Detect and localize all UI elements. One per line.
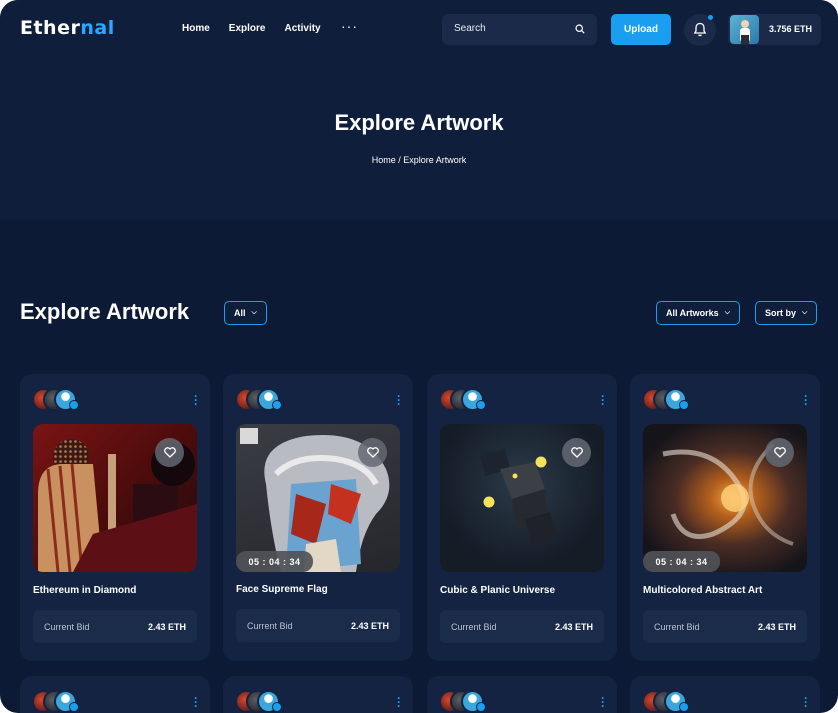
current-bid: Current Bid 2.43 ETH <box>236 609 400 642</box>
auction-timer: 05 : 04 : 34 <box>643 551 720 572</box>
heart-icon <box>163 447 176 458</box>
notification-button[interactable] <box>684 14 716 46</box>
bid-value: 2.43 ETH <box>147 622 186 632</box>
more-menu-icon[interactable]: ··· <box>341 18 358 34</box>
notification-dot <box>708 15 713 20</box>
logo-accent-text: nal <box>80 17 115 39</box>
verified-icon <box>476 400 486 410</box>
nav-explore[interactable]: Explore <box>229 23 266 34</box>
bid-label: Current Bid <box>44 622 90 632</box>
section-title: Explore Artwork <box>20 299 190 324</box>
artwork-title[interactable]: Face Supreme Flag <box>236 584 328 595</box>
more-options-icon[interactable]: · · · <box>804 390 808 410</box>
artwork-card[interactable]: · · · 05 : 04 : 34 Face Supreme Flag Curre… <box>223 374 413 661</box>
avatar <box>730 15 759 44</box>
creator-avatars[interactable] <box>32 690 92 713</box>
artwork-card[interactable]: · · · <box>20 676 210 713</box>
artworks-dropdown[interactable]: All Artworks ⌵ <box>656 301 740 325</box>
more-options-icon[interactable]: · · · <box>804 692 808 712</box>
verified-icon <box>69 400 79 410</box>
artworks-label: All Artworks <box>666 308 719 318</box>
artwork-card[interactable]: · · · Cubic & Planic Universe Current Bid … <box>427 374 617 661</box>
more-options-icon[interactable]: · · · <box>397 390 401 410</box>
artwork-title[interactable]: Cubic & Planic Universe <box>440 585 555 596</box>
more-options-icon[interactable]: · · · <box>397 692 401 712</box>
artwork-title[interactable]: Multicolored Abstract Art <box>643 585 762 596</box>
bell-icon <box>693 22 707 37</box>
artwork-image[interactable] <box>440 424 604 572</box>
like-button[interactable] <box>155 438 184 467</box>
creator-avatars[interactable] <box>439 690 499 713</box>
bid-value: 2.43 ETH <box>757 622 796 632</box>
bid-label: Current Bid <box>451 622 497 632</box>
main-nav: Home Explore Activity ··· <box>182 18 357 34</box>
creator-avatars[interactable] <box>235 388 295 412</box>
current-bid: Current Bid 2.43 ETH <box>33 610 197 643</box>
wallet-balance[interactable]: 3.756 ETH <box>728 14 821 45</box>
banner-title: Explore Artwork <box>334 110 504 135</box>
nav-home[interactable]: Home <box>182 23 210 34</box>
sort-label: Sort by <box>765 308 797 318</box>
more-options-icon[interactable]: · · · <box>194 390 198 410</box>
like-button[interactable] <box>765 438 794 467</box>
nav-activity[interactable]: Activity <box>284 23 320 34</box>
artwork-image[interactable] <box>33 424 197 572</box>
artwork-card[interactable]: · · · <box>427 676 617 713</box>
creator-avatars[interactable] <box>642 690 702 713</box>
verified-icon <box>679 702 689 712</box>
chevron-down-icon: ⌵ <box>251 309 257 316</box>
artwork-card[interactable]: · · · <box>223 676 413 713</box>
search-icon[interactable] <box>575 24 585 34</box>
verified-icon <box>272 400 282 410</box>
creator-avatars[interactable] <box>642 388 702 412</box>
filter-all-label: All <box>234 308 246 318</box>
more-options-icon[interactable]: · · · <box>601 390 605 410</box>
current-bid: Current Bid 2.43 ETH <box>643 610 807 643</box>
page-banner: Explore Artwork Home / Explore Artwork <box>0 62 838 220</box>
heart-icon <box>366 447 379 458</box>
more-options-icon[interactable]: · · · <box>601 692 605 712</box>
artwork-image[interactable]: 05 : 04 : 34 <box>236 424 400 572</box>
artwork-card[interactable]: · · · 05 : 04 : 34 Multicolored Abstract A… <box>630 374 820 661</box>
bid-value: 2.43 ETH <box>554 622 593 632</box>
current-bid: Current Bid 2.43 ETH <box>440 610 604 643</box>
balance-text: 3.756 ETH <box>769 24 813 34</box>
top-navbar: Ethernal Home Explore Activity ··· Uploa… <box>0 0 838 62</box>
verified-icon <box>679 400 689 410</box>
sort-dropdown[interactable]: Sort by ⌵ <box>755 301 818 325</box>
app-frame: Ethernal Home Explore Activity ··· Uploa… <box>0 0 838 713</box>
artwork-card[interactable]: · · · Ethereum in Diamond Current Bid 2.43… <box>20 374 210 661</box>
logo-text: Ether <box>20 17 81 39</box>
verified-icon <box>272 702 282 712</box>
logo[interactable]: Ethernal <box>20 17 115 39</box>
bid-value: 2.43 ETH <box>350 621 389 631</box>
artwork-card[interactable]: · · · <box>630 676 820 713</box>
heart-icon <box>570 447 583 458</box>
artwork-image[interactable]: 05 : 04 : 34 <box>643 424 807 572</box>
auction-timer: 05 : 04 : 34 <box>236 551 313 572</box>
breadcrumb[interactable]: Home / Explore Artwork <box>0 155 838 165</box>
creator-avatars[interactable] <box>32 388 92 412</box>
filter-all-dropdown[interactable]: All ⌵ <box>224 301 267 325</box>
verified-icon <box>69 702 79 712</box>
verified-icon <box>476 702 486 712</box>
search-input[interactable] <box>454 23 569 34</box>
chevron-down-icon: ⌵ <box>724 309 730 316</box>
like-button[interactable] <box>562 438 591 467</box>
bid-label: Current Bid <box>654 622 700 632</box>
search-box <box>442 14 597 45</box>
creator-avatars[interactable] <box>439 388 499 412</box>
chevron-down-icon: ⌵ <box>802 309 808 316</box>
bid-label: Current Bid <box>247 621 293 631</box>
like-button[interactable] <box>358 438 387 467</box>
heart-icon <box>773 447 786 458</box>
more-options-icon[interactable]: · · · <box>194 692 198 712</box>
artwork-title[interactable]: Ethereum in Diamond <box>33 585 136 596</box>
upload-button[interactable]: Upload <box>611 14 671 45</box>
creator-avatars[interactable] <box>235 690 295 713</box>
